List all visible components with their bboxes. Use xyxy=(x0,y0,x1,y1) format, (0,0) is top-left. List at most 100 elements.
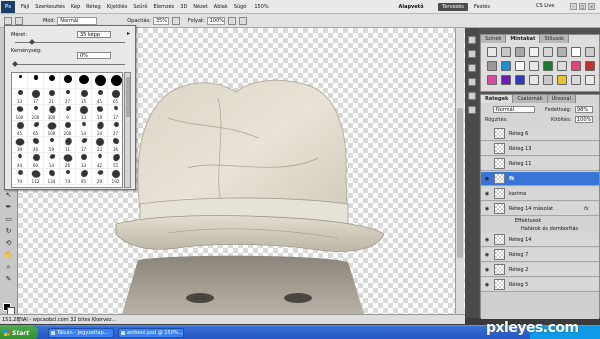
character-panel-icon[interactable] xyxy=(468,92,476,100)
brush-preset-item[interactable]: 44 xyxy=(12,153,28,169)
workspace-design-button[interactable]: Tervezés xyxy=(438,3,468,11)
status-zoom[interactable]: 151,28% xyxy=(0,316,24,323)
brush-preset-item[interactable]: 35 xyxy=(76,89,92,105)
menu-file[interactable]: Fájl xyxy=(21,4,29,10)
brush-preset-item[interactable]: 100 xyxy=(12,105,28,121)
layer-row[interactable]: Réteg 13 xyxy=(481,142,599,156)
menu-image[interactable]: Kép xyxy=(71,4,80,10)
style-swatch[interactable] xyxy=(557,61,567,71)
style-swatch[interactable] xyxy=(529,61,539,71)
tab-layers[interactable]: Rétegek xyxy=(481,95,514,103)
hardness-field[interactable]: 0% xyxy=(77,52,111,59)
canvas-vertical-scrollbar[interactable] xyxy=(455,28,464,318)
style-swatch[interactable] xyxy=(571,47,581,57)
menu-edit[interactable]: Szerkesztés xyxy=(35,4,65,10)
clone-source-icon[interactable] xyxy=(468,78,476,86)
layer-row[interactable]: Réteg 11 xyxy=(481,157,599,171)
style-swatch[interactable] xyxy=(501,75,511,85)
pen-tool-icon[interactable]: ✒ xyxy=(3,202,14,212)
style-swatch[interactable] xyxy=(515,61,525,71)
visibility-eye-icon[interactable] xyxy=(484,161,490,167)
layer-name[interactable]: fk xyxy=(509,176,515,182)
layer-name[interactable]: Réteg 11 xyxy=(509,161,532,167)
brush-preset-item[interactable]: 65 xyxy=(108,89,122,105)
style-swatch[interactable] xyxy=(543,47,553,57)
eyedropper-icon[interactable]: ✎ xyxy=(3,274,14,284)
visibility-eye-icon[interactable]: ◉ xyxy=(484,206,490,212)
close-button[interactable]: × xyxy=(588,3,595,10)
layer-name[interactable]: Réteg 13 xyxy=(509,146,532,152)
brush-preset-item[interactable]: 74 xyxy=(60,169,76,185)
style-swatch[interactable] xyxy=(571,61,581,71)
minimize-button[interactable]: – xyxy=(570,3,577,10)
brush-preset-item[interactable]: 95 xyxy=(76,169,92,185)
brush-grid-scrollbar[interactable] xyxy=(124,72,131,188)
tab-colors[interactable]: Színek xyxy=(481,35,507,43)
brush-preset-item[interactable]: 14 xyxy=(76,121,92,137)
brush-preset-item[interactable] xyxy=(108,73,122,89)
brush-preset-item[interactable]: 36 xyxy=(108,137,122,153)
visibility-eye-icon[interactable]: ◉ xyxy=(484,237,490,243)
brush-preset-item[interactable]: 14 xyxy=(44,153,60,169)
brush-preset-item[interactable]: 17 xyxy=(108,105,122,121)
pressure-opacity-icon[interactable] xyxy=(171,16,180,25)
visibility-eye-icon[interactable] xyxy=(484,146,490,152)
hand-tool-icon[interactable]: ✋ xyxy=(3,250,14,260)
zoom-tool-icon[interactable]: ⌕ xyxy=(3,262,14,272)
style-swatch[interactable] xyxy=(585,47,595,57)
tab-swatches[interactable]: Mintakat xyxy=(506,35,541,43)
brush-preset-item[interactable]: 19 xyxy=(92,105,108,121)
workspace-essentials-button[interactable]: Alapvető xyxy=(398,3,424,11)
brush-preset-item[interactable] xyxy=(28,73,44,89)
brush-preset-item[interactable]: 13 xyxy=(76,104,92,121)
brush-preset-item[interactable]: 112 xyxy=(28,168,44,185)
brush-preset-item[interactable]: 200 xyxy=(28,105,44,121)
brush-panel-icon[interactable] xyxy=(468,64,476,72)
brush-preset-item[interactable] xyxy=(12,73,28,89)
brush-preset-item[interactable]: 59 xyxy=(44,137,60,153)
flow-field[interactable]: 100% xyxy=(206,16,225,25)
brush-preset-item[interactable]: 24 xyxy=(92,120,108,137)
layer-row[interactable]: ◉ fk xyxy=(481,172,599,186)
visibility-eye-icon[interactable]: ◉ xyxy=(484,176,490,182)
start-button[interactable]: Start xyxy=(0,326,38,339)
brush-preset-item[interactable]: 21 xyxy=(44,89,60,105)
layer-name[interactable]: Réteg 6 xyxy=(509,131,528,137)
tab-channels[interactable]: Csatornák xyxy=(513,95,548,103)
brush-grid-scroll-thumb[interactable] xyxy=(126,77,130,117)
layer-name[interactable]: karima xyxy=(509,191,526,197)
menu-3d[interactable]: 3D xyxy=(180,4,187,10)
layer-row[interactable]: ◉ karima xyxy=(481,187,599,201)
zoom-level[interactable]: 150% xyxy=(254,4,268,10)
brush-preset-item[interactable]: 26 xyxy=(60,152,76,169)
cs-live-button[interactable]: CS Live xyxy=(536,3,554,9)
menu-layer[interactable]: Réteg xyxy=(86,4,101,10)
style-swatch[interactable] xyxy=(585,75,595,85)
brush-preset-item[interactable]: 13 xyxy=(12,89,28,105)
brush-preset-item[interactable]: 65 xyxy=(28,121,44,137)
brush-preset-item[interactable] xyxy=(76,73,92,89)
fx-icon[interactable]: fx xyxy=(584,206,589,212)
task-photoshop[interactable]: antkoni.psd @ 150%... xyxy=(118,328,184,338)
brush-preset-item[interactable]: 9 xyxy=(60,105,76,121)
task-notepad[interactable]: Tálcán - Jegyzetlap... xyxy=(48,328,114,338)
layer-name[interactable]: Réteg 14 másolat xyxy=(509,206,553,212)
layer-opacity-field[interactable]: 98% xyxy=(575,106,593,113)
pressure-size-icon[interactable] xyxy=(238,16,247,25)
brush-preset-item[interactable]: 200 xyxy=(60,121,76,137)
brush-preset-item[interactable]: 70 xyxy=(12,169,28,185)
brush-preset-picker[interactable] xyxy=(15,16,23,25)
popup-menu-arrow-icon[interactable]: ▸ xyxy=(127,30,130,37)
brush-preset-item[interactable]: 60 xyxy=(28,153,44,169)
menu-view[interactable]: Nézet xyxy=(193,4,207,10)
brush-preset-item[interactable]: 55 xyxy=(108,153,122,169)
brush-preset-item[interactable]: 27 xyxy=(108,121,122,137)
shape-tool-icon[interactable]: ▭ xyxy=(3,214,14,224)
path-selection-icon[interactable]: ↖ xyxy=(3,190,14,200)
brush-tool-icon[interactable] xyxy=(4,16,12,25)
brush-preset-item[interactable]: 300 xyxy=(44,104,60,121)
effect-item-row[interactable]: Határok és domborítás xyxy=(481,225,599,233)
rotate-3d-icon[interactable]: ↻ xyxy=(3,226,14,236)
menu-window[interactable]: Ablak xyxy=(214,4,228,10)
effects-row[interactable]: Effektusok xyxy=(481,217,599,225)
